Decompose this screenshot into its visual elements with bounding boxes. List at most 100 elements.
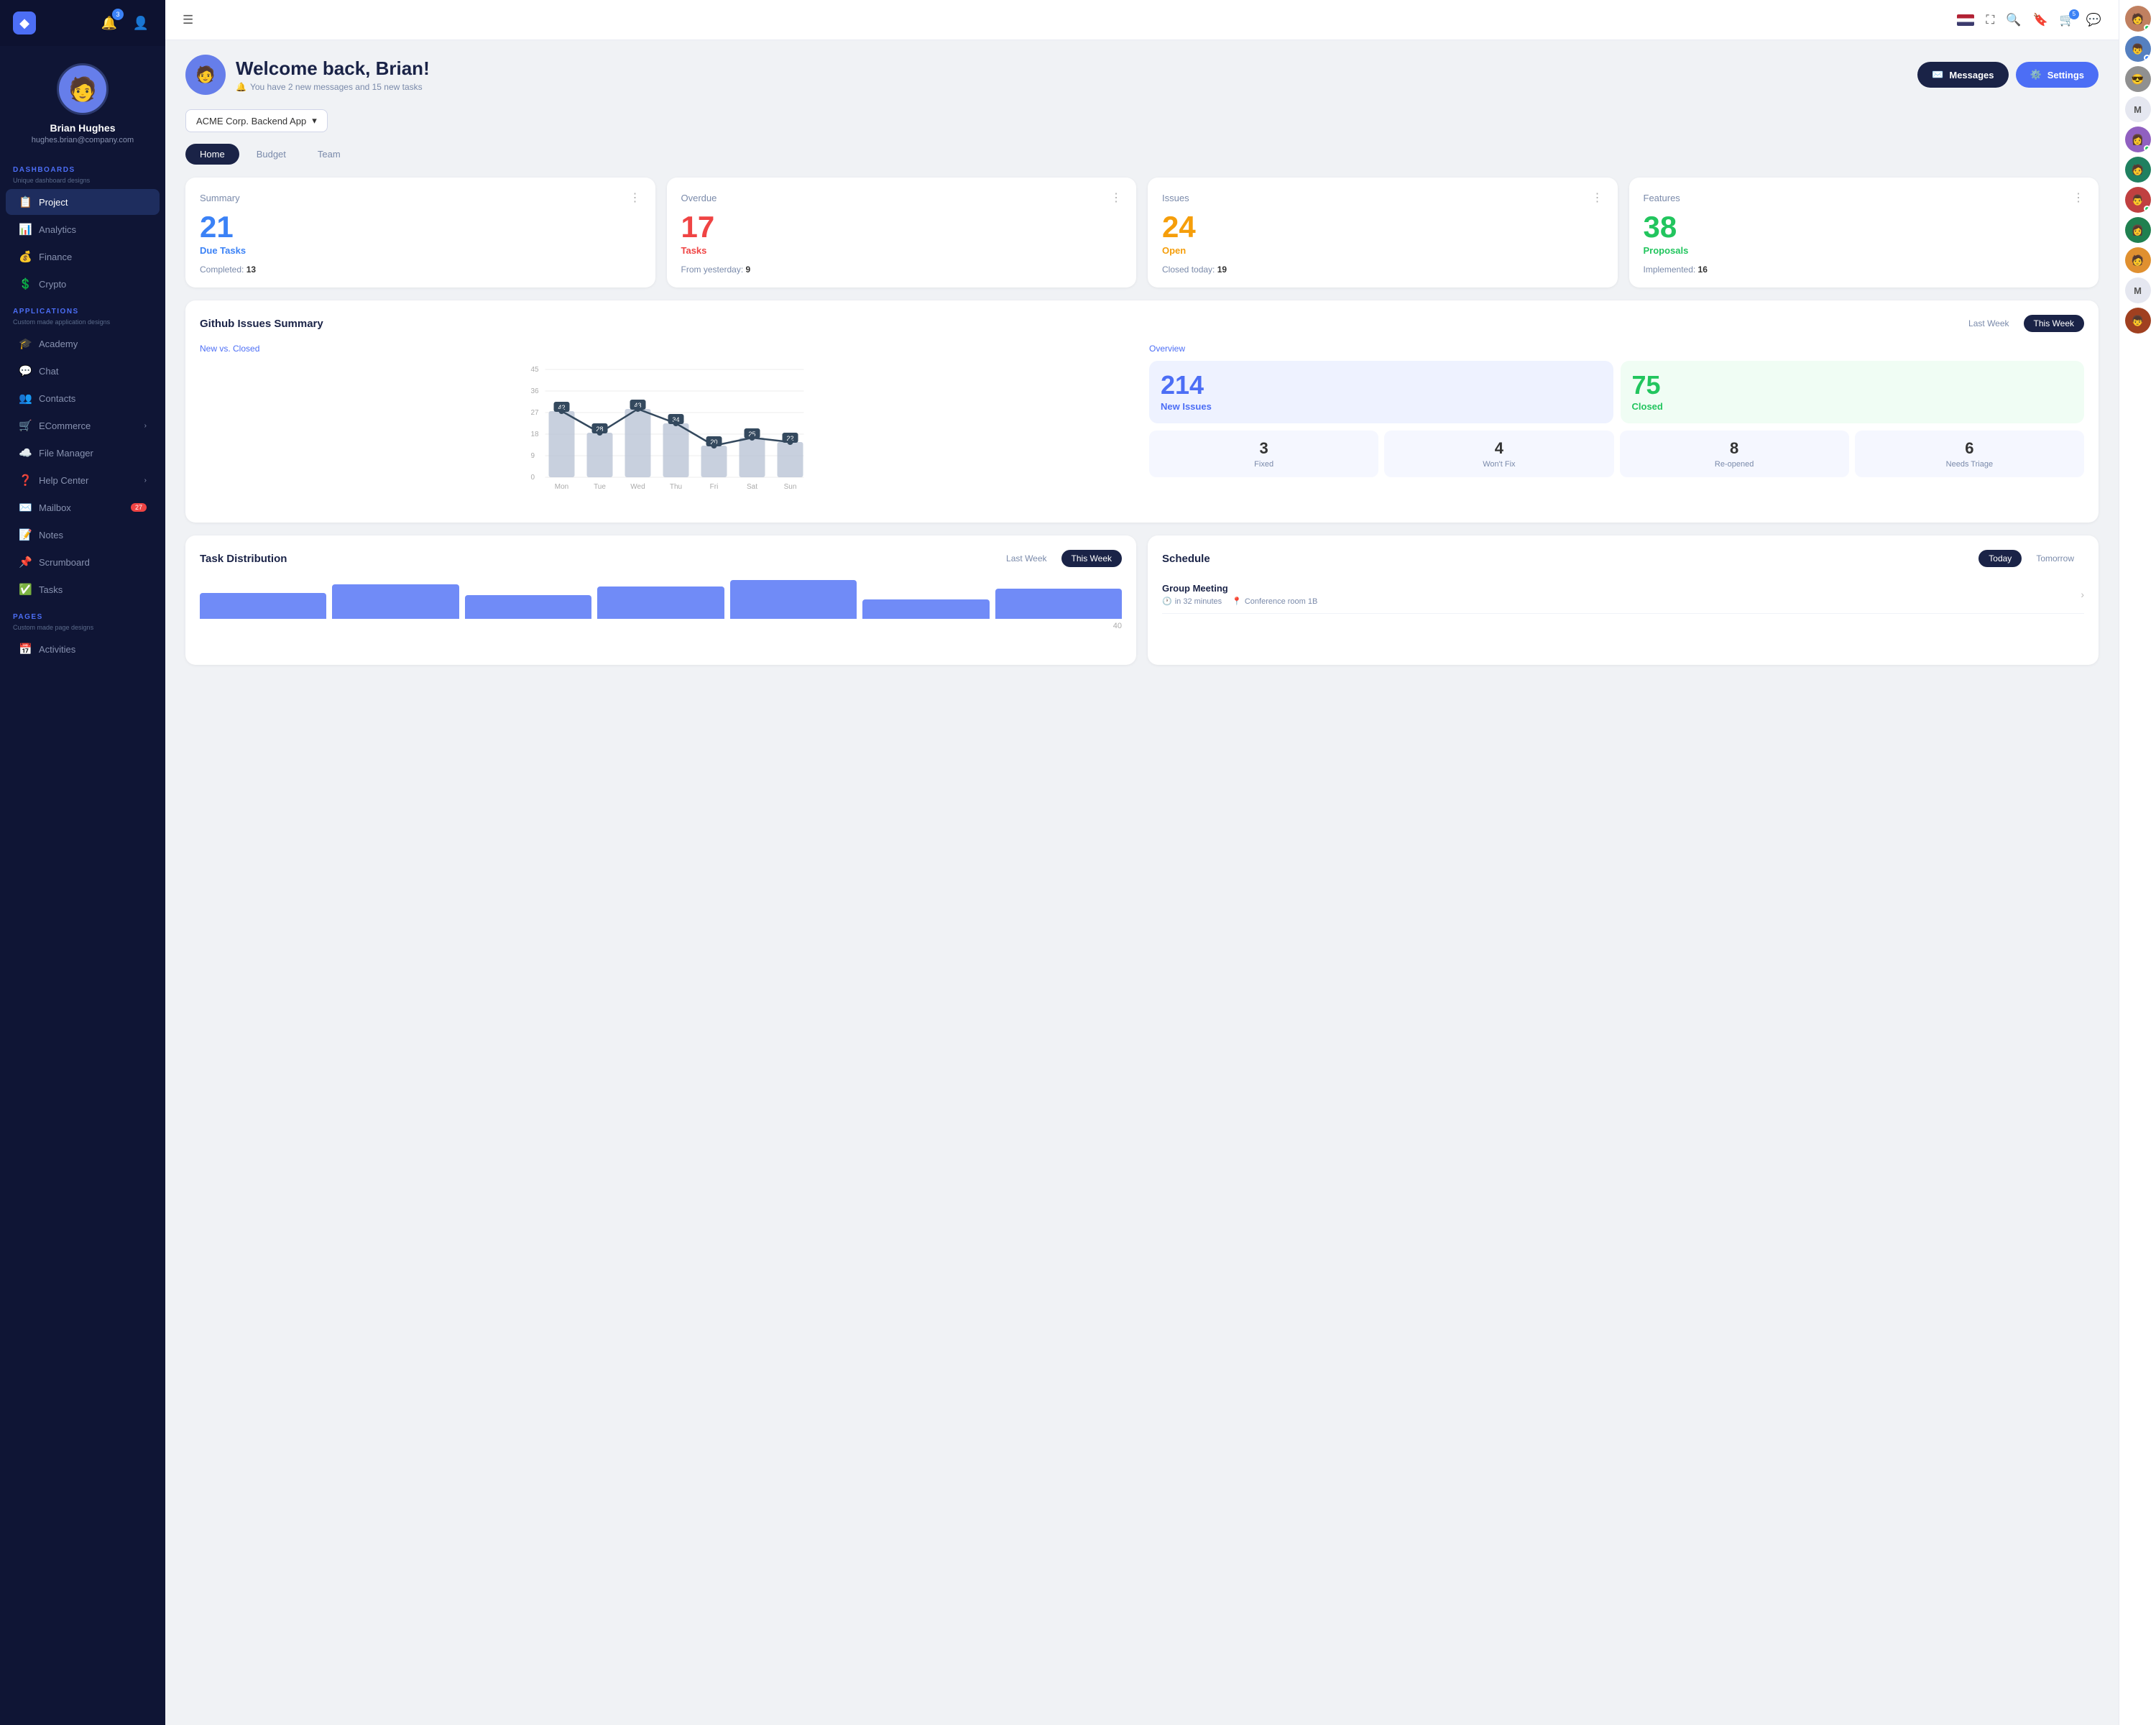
stat-overdue-number: 17 (681, 212, 1123, 242)
messages-button[interactable]: ✉️ Messages (1917, 62, 2008, 88)
triage-lbl: Needs Triage (1861, 460, 2078, 469)
pages-label: PAGES (0, 603, 165, 624)
sidebar-item-finance[interactable]: 💰 Finance (6, 244, 160, 270)
online-dot-4 (2144, 145, 2150, 152)
search-icon[interactable]: 🔍 (2006, 13, 2021, 27)
tab-home[interactable]: Home (185, 144, 239, 165)
task-dist-header: Task Distribution Last Week This Week (200, 550, 1122, 567)
ecommerce-icon: 🛒 (19, 419, 32, 432)
sidebar-item-crypto[interactable]: 💲 Crypto (6, 271, 160, 297)
sidebar-item-label: Activities (39, 644, 75, 655)
online-dot-1 (2144, 55, 2150, 61)
svg-text:Tue: Tue (594, 483, 606, 491)
sidebar-item-academy[interactable]: 🎓 Academy (6, 331, 160, 356)
task-last-week-btn[interactable]: Last Week (996, 550, 1056, 567)
sidebar-item-scrumboard[interactable]: 📌 Scrumboard (6, 549, 160, 575)
notification-bell[interactable]: 🔔 3 (98, 12, 121, 34)
notification-badge: 3 (112, 9, 124, 20)
online-dot-6 (2144, 206, 2150, 212)
app-logo[interactable]: ◆ (13, 12, 36, 34)
overview-subtitle: Overview (1149, 344, 2084, 354)
chart-right: Overview 214 New Issues 75 Closed (1149, 344, 2084, 508)
mini-stats-grid: 3 Fixed 4 Won't Fix 8 Re-opened 6 (1149, 431, 2084, 477)
stat-issues-menu[interactable]: ⋮ (1592, 190, 1603, 205)
scrumboard-icon: 📌 (19, 556, 32, 569)
sidebar-item-notes[interactable]: 📝 Notes (6, 522, 160, 548)
crypto-icon: 💲 (19, 277, 32, 290)
right-panel: 🧑 👦 😎 M 👩 🧑 👨 👩 🧑 M 👦 (2119, 0, 2156, 1725)
sidebar-header: ◆ 🔔 3 👤 (0, 0, 165, 46)
this-week-btn[interactable]: This Week (2024, 315, 2084, 332)
schedule-header: Schedule Today Tomorrow (1162, 550, 2084, 567)
svg-text:18: 18 (531, 431, 540, 438)
sidebar-item-chat[interactable]: 💬 Chat (6, 358, 160, 384)
stat-summary-label: Due Tasks (200, 245, 641, 256)
right-avatar-2[interactable]: 😎 (2125, 66, 2151, 92)
sidebar-item-analytics[interactable]: 📊 Analytics (6, 216, 160, 242)
user-menu-icon[interactable]: 👤 (129, 12, 152, 34)
dashboards-sub: Unique dashboard designs (0, 177, 165, 188)
triage-num: 6 (1861, 439, 2078, 458)
stat-features-menu[interactable]: ⋮ (2073, 190, 2084, 205)
svg-text:Sun: Sun (784, 483, 797, 491)
right-avatar-8[interactable]: 🧑 (2125, 247, 2151, 273)
line-bar-chart: 45 36 27 18 9 0 (200, 361, 1135, 505)
project-selector[interactable]: ACME Corp. Backend App ▾ (185, 109, 328, 132)
tab-team[interactable]: Team (303, 144, 355, 165)
right-avatar-10[interactable]: 👦 (2125, 308, 2151, 334)
right-avatar-4[interactable]: 👩 (2125, 126, 2151, 152)
bar-wed (465, 595, 591, 619)
sidebar-item-filemanager[interactable]: ☁️ File Manager (6, 440, 160, 466)
bar-fri (730, 580, 857, 619)
bar-thu (597, 586, 724, 619)
sidebar-item-project[interactable]: 📋 Project (6, 189, 160, 215)
right-avatar-3[interactable]: M (2125, 96, 2151, 122)
sidebar-item-activities[interactable]: 📅 Activities (6, 636, 160, 662)
sidebar-item-contacts[interactable]: 👥 Contacts (6, 385, 160, 411)
location-icon: 📍 (1232, 597, 1242, 606)
tab-budget[interactable]: Budget (242, 144, 300, 165)
stat-issues-title: Issues (1162, 193, 1189, 203)
stat-issues-label: Open (1162, 245, 1603, 256)
ecommerce-chevron: › (144, 422, 147, 430)
sidebar-item-ecommerce[interactable]: 🛒 ECommerce › (6, 413, 160, 438)
menu-toggle-icon[interactable]: ☰ (183, 13, 193, 27)
mailbox-badge: 27 (131, 503, 147, 512)
project-selector-label: ACME Corp. Backend App (196, 116, 306, 126)
stat-summary-sub: Completed: 13 (200, 264, 641, 275)
svg-text:0: 0 (531, 474, 535, 482)
sidebar-item-mailbox[interactable]: ✉️ Mailbox 27 (6, 494, 160, 520)
right-avatar-0[interactable]: 🧑 (2125, 6, 2151, 32)
stat-issues-number: 24 (1162, 212, 1603, 242)
language-flag[interactable] (1957, 14, 1974, 26)
last-week-btn[interactable]: Last Week (1958, 315, 2019, 332)
cart-icon[interactable]: 🛒 5 (2060, 13, 2075, 27)
today-btn[interactable]: Today (1978, 550, 2022, 567)
settings-button[interactable]: ⚙️ Settings (2016, 62, 2099, 88)
right-avatar-5[interactable]: 🧑 (2125, 157, 2151, 183)
task-this-week-btn[interactable]: This Week (1061, 550, 1122, 567)
chat-topbar-icon[interactable]: 💬 (2086, 13, 2101, 27)
stat-overdue-menu[interactable]: ⋮ (1110, 190, 1122, 205)
expand-icon[interactable]: ⛶ (1986, 13, 1994, 27)
pages-sub: Custom made page designs (0, 624, 165, 635)
right-avatar-6[interactable]: 👨 (2125, 187, 2151, 213)
chat-icon: 💬 (19, 364, 32, 377)
stat-features-sub: Implemented: 16 (1644, 264, 2085, 275)
chart-svg-wrap: 45 36 27 18 9 0 (200, 361, 1135, 508)
finance-icon: 💰 (19, 250, 32, 263)
meeting-chevron-icon[interactable]: › (2081, 589, 2084, 600)
overview-grid: 214 New Issues 75 Closed (1149, 361, 2084, 423)
right-avatar-9[interactable]: M (2125, 277, 2151, 303)
tomorrow-btn[interactable]: Tomorrow (2026, 550, 2084, 567)
right-avatar-7[interactable]: 👩 (2125, 217, 2151, 243)
bar-mon (200, 593, 326, 619)
sidebar-item-label: ECommerce (39, 420, 91, 431)
right-avatar-1[interactable]: 👦 (2125, 36, 2151, 62)
stat-summary-menu[interactable]: ⋮ (630, 190, 641, 205)
bar-sun (995, 589, 1122, 619)
sidebar-item-tasks[interactable]: ✅ Tasks (6, 576, 160, 602)
svg-text:Thu: Thu (670, 483, 682, 491)
sidebar-item-helpcenter[interactable]: ❓ Help Center › (6, 467, 160, 493)
bookmark-icon[interactable]: 🔖 (2032, 13, 2047, 27)
